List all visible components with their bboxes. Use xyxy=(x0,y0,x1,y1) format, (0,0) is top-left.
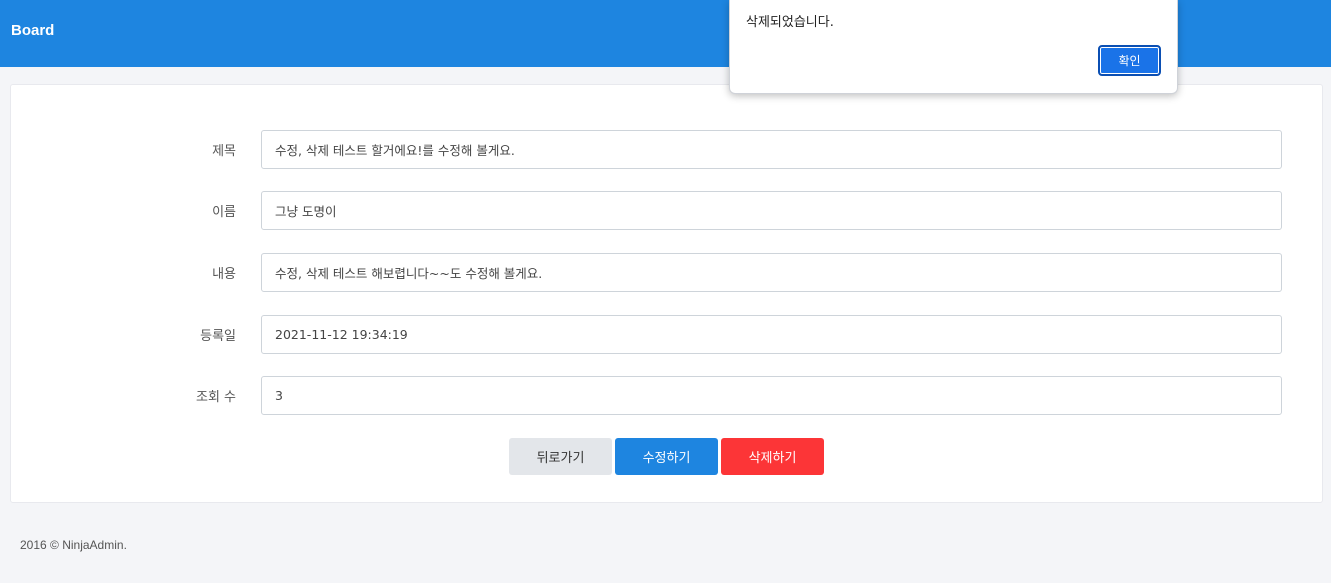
alert-ok-button[interactable]: 확인 xyxy=(1098,45,1161,76)
views-row: 조회 수 xyxy=(11,376,1324,415)
brand-logo[interactable]: Board xyxy=(11,22,54,39)
name-input[interactable] xyxy=(261,191,1282,230)
name-label: 이름 xyxy=(212,205,236,220)
delete-button[interactable]: 삭제하기 xyxy=(721,438,824,475)
views-input[interactable] xyxy=(261,376,1282,415)
reg-date-row: 등록일 xyxy=(11,315,1324,354)
title-input[interactable] xyxy=(261,130,1282,169)
back-button[interactable]: 뒤로가기 xyxy=(509,438,612,475)
alert-dialog: 삭제되었습니다. 확인 xyxy=(729,0,1178,94)
footer-copyright: 2016 © NinjaAdmin. xyxy=(20,538,127,552)
reg-date-label: 등록일 xyxy=(200,329,236,344)
title-label: 제목 xyxy=(212,144,236,159)
title-row: 제목 xyxy=(11,130,1324,169)
content-input[interactable] xyxy=(261,253,1282,292)
edit-button[interactable]: 수정하기 xyxy=(615,438,718,475)
action-buttons: 뒤로가기 수정하기 삭제하기 xyxy=(509,438,824,476)
board-detail-card: 제목 이름 내용 등록일 조회 수 뒤로가기 수정하기 삭제하기 xyxy=(10,84,1323,503)
content-label: 내용 xyxy=(212,267,236,282)
name-row: 이름 xyxy=(11,191,1324,230)
content-row: 내용 xyxy=(11,253,1324,292)
views-label: 조회 수 xyxy=(195,390,236,405)
alert-message: 삭제되었습니다. xyxy=(746,15,834,30)
reg-date-input[interactable] xyxy=(261,315,1282,354)
